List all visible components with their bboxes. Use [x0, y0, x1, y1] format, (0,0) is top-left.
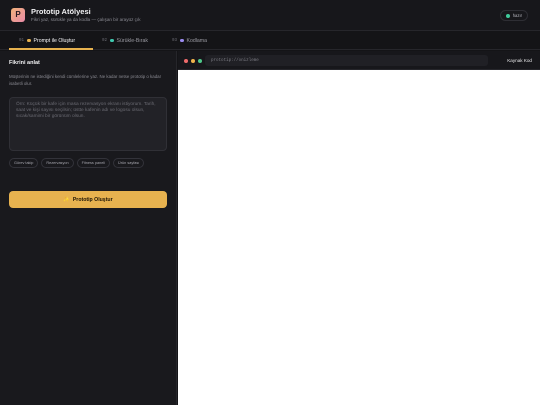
status-dot-icon — [505, 13, 510, 18]
tab-dot-icon — [27, 38, 31, 43]
generate-prototype-button[interactable]: ✨ Prototip Oluştur — [9, 191, 167, 208]
app-logo: P — [11, 8, 25, 22]
preview-panel: prototip://onizleme Kaynak Kod — [178, 51, 540, 405]
prompt-panel: Fikrini anlat Müşterinin ne istediğini k… — [0, 51, 177, 405]
tab-dot-icon — [110, 38, 114, 43]
app-subtitle: Fikri yaz, sürükle ya da kodla — çalışan… — [31, 17, 141, 22]
sparkle-icon: ✨ — [63, 196, 70, 203]
tab-drag-drop[interactable]: 02 Sürükle-Bırak — [102, 31, 148, 50]
chip-task-tracker[interactable]: Görev takip — [9, 158, 39, 168]
preview-url: prototip://onizleme — [205, 55, 488, 66]
tab-coding[interactable]: 03 Kodlama — [172, 31, 207, 50]
preview-toolbar: prototip://onizleme Kaynak Kod — [178, 51, 540, 70]
maximize-dot-icon — [198, 59, 202, 63]
tab-label: Kodlama — [186, 37, 208, 44]
status-badge: hazır — [499, 10, 528, 21]
chip-reservation[interactable]: Rezervasyon — [41, 158, 74, 168]
minimize-dot-icon — [191, 59, 195, 63]
status-label: hazır — [512, 13, 522, 18]
chip-product-page[interactable]: Ürün sayfası — [113, 158, 145, 168]
tab-number: 03 — [172, 38, 178, 43]
active-tab-indicator — [9, 48, 93, 50]
preview-canvas — [178, 70, 540, 405]
chip-fitness-panel[interactable]: Fitness paneli — [76, 158, 111, 168]
app-title: Prototip Atölyesi — [31, 7, 91, 16]
generate-button-label: Prototip Oluştur — [72, 196, 113, 203]
prompt-input[interactable] — [9, 97, 167, 151]
close-dot-icon — [184, 59, 188, 63]
source-code-button[interactable]: Kaynak Kod — [507, 55, 532, 66]
tab-number: 02 — [102, 38, 108, 43]
tab-number: 01 — [19, 38, 25, 43]
panel-description: Müşterinin ne istediğini kendi cümleleri… — [9, 74, 162, 86]
panel-title: Fikrini anlat — [9, 60, 40, 66]
tab-label: Sürükle-Bırak — [116, 37, 148, 44]
tab-label: Prompt ile Oluştur — [33, 37, 76, 44]
tab-dot-icon — [180, 38, 184, 43]
app-header: P Prototip Atölyesi Fikri yaz, sürükle y… — [0, 0, 540, 31]
example-chips: Görev takip Rezervasyon Fitness paneli Ü… — [9, 158, 169, 168]
